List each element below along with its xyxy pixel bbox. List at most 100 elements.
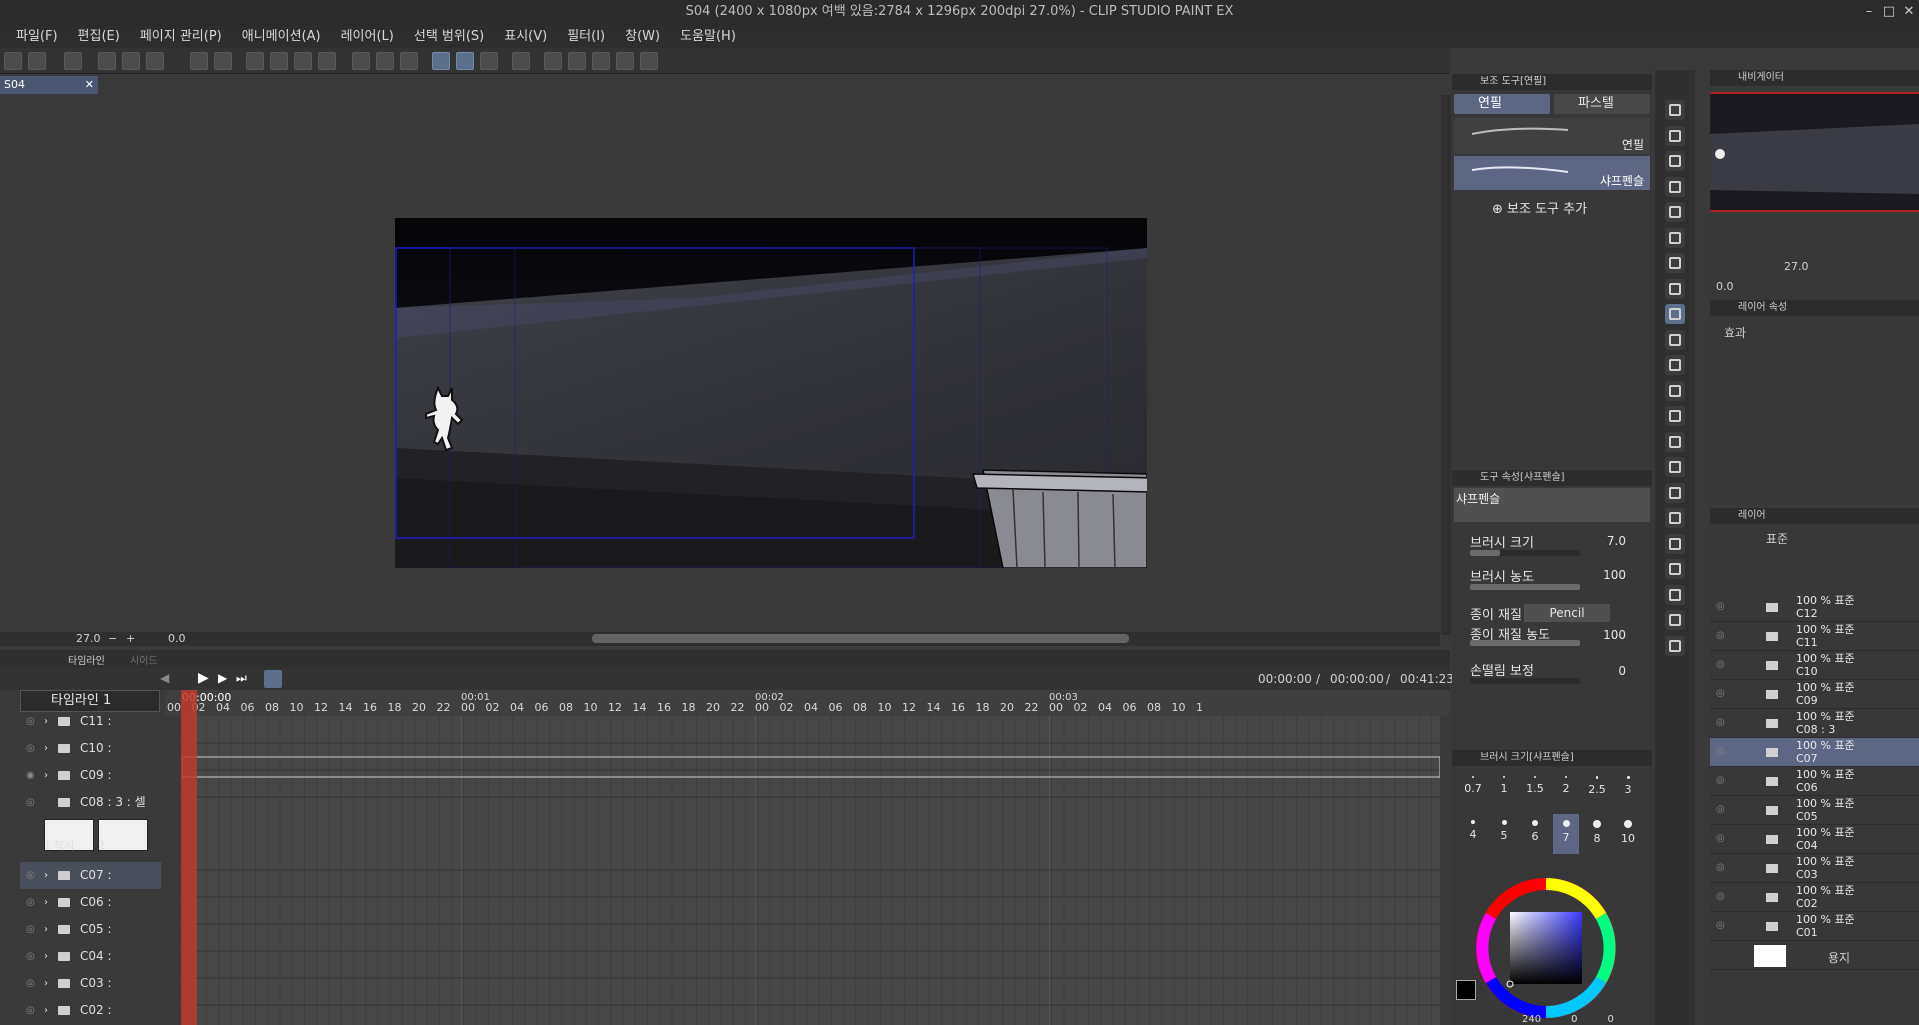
play-icon[interactable]: ▶ [198, 670, 209, 686]
layer-row[interactable]: ◎ 100 % 표준 C05 [1710, 796, 1919, 825]
zoom-in-icon[interactable]: + [126, 632, 135, 645]
eye-icon[interactable]: ◎ [26, 970, 35, 997]
zoom-out-icon[interactable]: − [108, 632, 117, 645]
brush-size-preset[interactable]: 10 [1615, 814, 1641, 854]
layer-row[interactable]: ◎ 100 % 표준 C03 [1710, 854, 1919, 883]
pencil-icon[interactable] [1665, 304, 1685, 324]
eye-icon[interactable]: ◎ [26, 862, 35, 889]
timeline-track[interactable]: ◉ › C09 : [20, 762, 161, 789]
timeline-grid[interactable] [182, 716, 1440, 1025]
navigator-angle[interactable]: 0.0 [1716, 280, 1734, 293]
transform-icon[interactable] [294, 52, 312, 70]
brush-size-preset[interactable]: 2 [1553, 770, 1579, 810]
brush-icon[interactable] [28, 52, 46, 70]
brush-size-preset[interactable]: 3 [1615, 770, 1641, 810]
eye-icon[interactable]: ◎ [1716, 862, 1725, 873]
maximize-button[interactable]: □ [1879, 0, 1899, 26]
text-icon[interactable] [1665, 584, 1685, 605]
color-wheel[interactable] [1476, 878, 1616, 1018]
brush-size-preset[interactable]: 1.5 [1522, 770, 1548, 810]
timeline-track[interactable]: ◎ › C06 : [20, 889, 161, 916]
eye-icon[interactable]: ◎ [1716, 659, 1725, 670]
timeline-tab-2[interactable]: 시이드 [130, 652, 158, 667]
frame-icon[interactable] [1665, 533, 1685, 554]
menu-layer[interactable]: 레이어(L) [331, 26, 404, 48]
magic-wand-icon[interactable] [1665, 227, 1685, 248]
brush-size-preset[interactable]: 5 [1491, 814, 1517, 854]
menu-icon[interactable] [4, 52, 22, 70]
brush-size-value[interactable]: 7.0 [1607, 534, 1626, 548]
eye-icon[interactable]: ◉ [26, 762, 35, 789]
effects-icon[interactable] [616, 52, 634, 70]
layer-row[interactable]: ◎ 100 % 표준 C12 [1710, 593, 1919, 622]
brush-size-preset[interactable]: 8 [1584, 814, 1610, 854]
brush-size-preset[interactable]: 6 [1522, 814, 1548, 854]
smartphone-icon[interactable] [512, 52, 530, 70]
redo-icon[interactable] [214, 52, 232, 70]
layer-row[interactable]: ◎ 100 % 표준 C04 [1710, 825, 1919, 854]
blend-icon[interactable] [1665, 406, 1685, 426]
menu-help[interactable]: 도움말(H) [670, 26, 746, 48]
menu-window[interactable]: 창(W) [615, 26, 670, 48]
brush-icon[interactable] [1665, 329, 1685, 350]
chevron-right-icon[interactable]: › [44, 889, 48, 916]
close-icon[interactable]: ✕ [85, 76, 94, 94]
eye-icon[interactable]: ◎ [1716, 920, 1725, 931]
airbrush-icon[interactable] [1665, 355, 1685, 375]
settings-icon[interactable] [568, 52, 586, 70]
brush-size-preset[interactable]: 0.7 [1460, 770, 1486, 810]
eye-icon[interactable]: ◎ [26, 997, 35, 1024]
menu-selection[interactable]: 선택 범위(S) [404, 26, 494, 48]
loop-icon[interactable] [264, 670, 282, 688]
invert-selection-icon[interactable] [376, 52, 394, 70]
snap-ruler-icon[interactable] [432, 52, 450, 70]
stabilizer-value[interactable]: 0 [1618, 664, 1626, 678]
layer-row[interactable]: ◎ 100 % 표준 C08 : 3 [1710, 709, 1919, 738]
timeline-track[interactable]: ◎ › C05 : [20, 916, 161, 943]
eye-icon[interactable]: ◎ [1716, 891, 1725, 902]
stabilizer-slider[interactable] [1470, 678, 1580, 684]
ellipse-icon[interactable] [1665, 508, 1685, 528]
menu-file[interactable]: 파일(F) [6, 26, 68, 48]
add-sub-tool-button[interactable]: ⊕ 보조 도구 추가 [1492, 198, 1587, 217]
brush-density-value[interactable]: 100 [1603, 568, 1626, 582]
chevron-right-icon[interactable]: › [44, 735, 48, 762]
menu-page[interactable]: 페이지 관리(P) [130, 26, 232, 48]
brush-size-preset[interactable]: 2.5 [1584, 770, 1610, 810]
layer-row[interactable]: ◎ 100 % 표준 C02 [1710, 883, 1919, 912]
next-frame-icon[interactable]: ▶ [218, 671, 227, 685]
chevron-right-icon[interactable]: › [44, 970, 48, 997]
fill-icon[interactable] [1665, 457, 1685, 477]
chevron-right-icon[interactable]: › [44, 997, 48, 1024]
eye-icon[interactable]: ◎ [26, 735, 35, 762]
eye-icon[interactable]: ◎ [1716, 717, 1725, 728]
navigator-zoom[interactable]: 27.0 [1784, 260, 1809, 273]
cell-thumbnail[interactable] [98, 819, 148, 851]
ruler-icon[interactable] [1665, 559, 1685, 579]
timeline-track[interactable]: ◎ › C11 : [20, 708, 161, 735]
eye-icon[interactable]: ◎ [26, 708, 35, 735]
eyedropper-icon[interactable] [1665, 253, 1685, 273]
eye-icon[interactable]: ◎ [26, 789, 35, 816]
navigator-preview[interactable] [1710, 92, 1919, 212]
clip-studio-icon[interactable] [64, 52, 82, 70]
eye-icon[interactable]: ◎ [1716, 804, 1725, 815]
paper-density-value[interactable]: 100 [1603, 628, 1626, 642]
clear-icon[interactable] [246, 52, 264, 70]
playhead[interactable] [181, 690, 197, 1025]
chevron-right-icon[interactable]: › [44, 708, 48, 735]
selection-border-icon[interactable] [400, 52, 418, 70]
chevron-right-icon[interactable]: › [44, 916, 48, 943]
tab-pastel[interactable]: 파스텔 [1554, 94, 1650, 114]
blend-mode-select[interactable]: 표준 [1766, 530, 1788, 547]
help-icon[interactable] [544, 52, 562, 70]
prev-frame-icon[interactable]: ◀ [160, 671, 169, 685]
timeline-track[interactable]: ◎ › C02 : [20, 997, 161, 1024]
chevron-right-icon[interactable]: › [44, 762, 48, 789]
eye-icon[interactable]: ◎ [1716, 688, 1725, 699]
canvas-vertical-scrollbar[interactable] [1441, 95, 1451, 635]
canvas[interactable] [395, 218, 1147, 568]
tab-pencil[interactable]: 연필 [1454, 94, 1550, 114]
menu-edit[interactable]: 편집(E) [68, 26, 130, 48]
canvas-horizontal-scrollbar[interactable] [592, 634, 1129, 643]
